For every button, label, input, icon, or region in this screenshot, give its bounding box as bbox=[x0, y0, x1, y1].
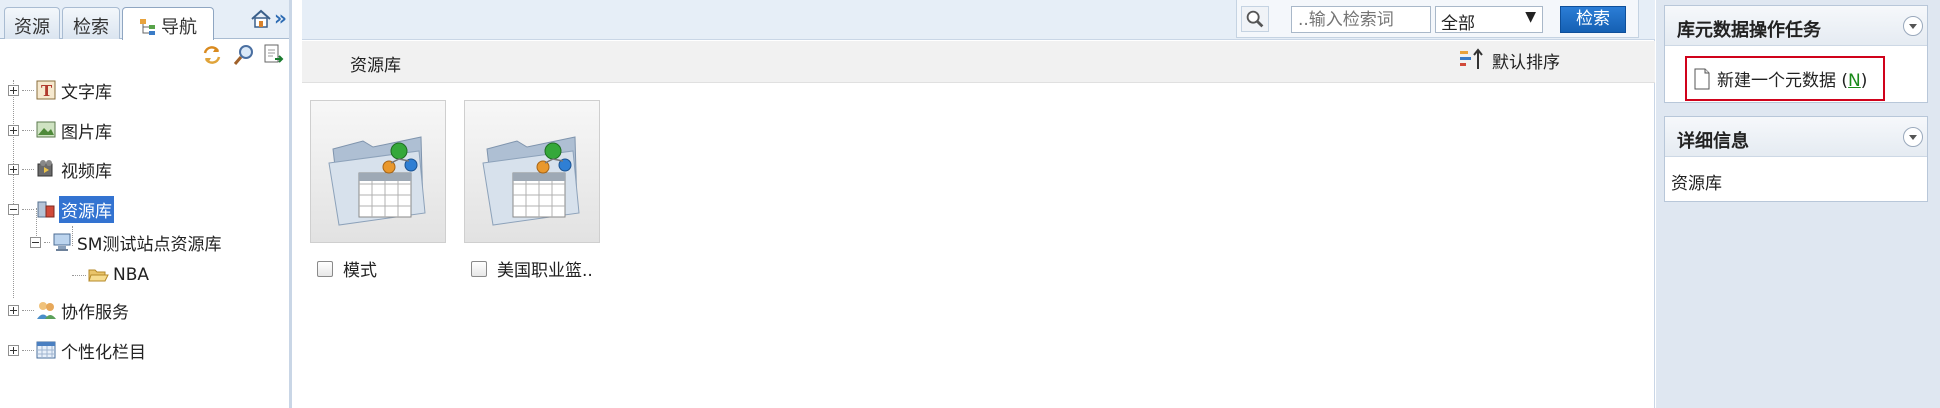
tree-item-custom-column[interactable]: 个性化栏目 bbox=[8, 336, 148, 364]
details-panel-header: 详细信息 bbox=[1665, 117, 1927, 157]
tree-item-text-library[interactable]: T 文字库 bbox=[8, 76, 114, 104]
expand-toggle-icon[interactable] bbox=[8, 304, 19, 316]
tree-nav-icon bbox=[140, 19, 155, 35]
breadcrumb-bar: 资源库 默认排序 bbox=[302, 41, 1655, 83]
resource-item[interactable]: 模式 bbox=[310, 100, 446, 281]
resource-library-icon bbox=[37, 201, 55, 218]
resource-thumbnail[interactable] bbox=[464, 100, 600, 243]
dropdown-arrow-icon: ▼ bbox=[1525, 9, 1536, 25]
left-panel: 资源 检索 导航 » T 文字库 图片库 视频库 资源库 SM测试站点资源库 N… bbox=[0, 0, 292, 408]
custom-column-icon bbox=[36, 341, 56, 359]
export-icon[interactable] bbox=[262, 43, 286, 67]
schema-folder-icon bbox=[328, 136, 426, 226]
tab-label: 导航 bbox=[161, 17, 197, 38]
tree-item-collaboration[interactable]: 协作服务 bbox=[8, 296, 131, 324]
more-tabs-icon[interactable]: » bbox=[274, 6, 287, 30]
tasks-panel: 库元数据操作任务 新建一个元数据 (N) bbox=[1664, 5, 1928, 103]
sort-icon bbox=[1460, 48, 1483, 69]
details-value: 资源库 bbox=[1671, 174, 1722, 194]
image-library-icon bbox=[36, 121, 56, 138]
search-scope-select[interactable]: 全部 ▼ bbox=[1435, 6, 1543, 34]
search-bar: 全部 ▼ 检索 bbox=[302, 0, 1655, 40]
search-icon[interactable] bbox=[1241, 6, 1269, 32]
tasks-panel-header: 库元数据操作任务 bbox=[1665, 6, 1927, 46]
new-metadata-label: 新建一个元数据 (N) bbox=[1717, 71, 1868, 91]
expand-toggle-icon[interactable] bbox=[8, 84, 19, 96]
resource-checkbox[interactable] bbox=[317, 260, 333, 277]
collapse-icon[interactable] bbox=[1903, 127, 1923, 147]
tree-item-label: 图片库 bbox=[61, 122, 112, 143]
schema-folder-icon bbox=[482, 136, 580, 226]
tab-resources[interactable]: 资源 bbox=[4, 7, 60, 39]
right-panel: 库元数据操作任务 新建一个元数据 (N) 详细信息 资源库 bbox=[1656, 0, 1940, 408]
svg-text:T: T bbox=[41, 82, 53, 100]
resource-checkbox[interactable] bbox=[471, 260, 487, 277]
collapse-toggle-icon[interactable] bbox=[8, 203, 19, 215]
expand-toggle-icon[interactable] bbox=[8, 163, 19, 175]
tree-item-resource-library[interactable]: 资源库 bbox=[8, 195, 114, 223]
details-panel: 详细信息 资源库 bbox=[1664, 116, 1928, 202]
tasks-panel-title: 库元数据操作任务 bbox=[1677, 20, 1821, 41]
tree-item-label: 文字库 bbox=[61, 82, 112, 103]
main-content: 全部 ▼ 检索 资源库 默认排序 bbox=[302, 0, 1655, 408]
tab-search[interactable]: 检索 bbox=[62, 7, 120, 39]
breadcrumb[interactable]: 资源库 bbox=[350, 51, 401, 76]
refresh-icon[interactable] bbox=[200, 43, 224, 67]
resource-label[interactable]: 美国职业篮.. bbox=[497, 256, 593, 281]
tab-label: 资源 bbox=[14, 17, 50, 38]
sort-label: 默认排序 bbox=[1492, 52, 1560, 73]
sort-control[interactable]: 默认排序 bbox=[1458, 47, 1560, 73]
resource-thumbnail[interactable] bbox=[310, 100, 446, 243]
resource-caption: 模式 bbox=[310, 256, 446, 281]
tree-item-label: NBA bbox=[113, 265, 150, 285]
tree-item-label: SM测试站点资源库 bbox=[77, 234, 222, 255]
resource-label[interactable]: 模式 bbox=[343, 256, 377, 281]
new-metadata-task[interactable]: 新建一个元数据 (N) bbox=[1685, 56, 1885, 101]
tree-item-label: 协作服务 bbox=[61, 302, 129, 323]
expand-toggle-icon[interactable] bbox=[8, 344, 19, 356]
video-library-icon bbox=[37, 160, 53, 177]
shortcut-key: N bbox=[1848, 71, 1861, 91]
tree-item-sm-test-site[interactable]: SM测试站点资源库 bbox=[30, 228, 223, 256]
find-icon[interactable] bbox=[232, 43, 256, 67]
tree-item-video-library[interactable]: 视频库 bbox=[8, 155, 114, 183]
tab-label: 检索 bbox=[73, 17, 109, 38]
collapse-toggle-icon[interactable] bbox=[30, 236, 41, 248]
home-icon[interactable] bbox=[250, 8, 272, 30]
tree-item-label: 视频库 bbox=[61, 161, 112, 182]
collaboration-icon bbox=[37, 302, 56, 319]
new-document-icon bbox=[1694, 68, 1710, 89]
search-scope-value: 全部 bbox=[1441, 14, 1475, 34]
left-tabstrip: 资源 检索 导航 » bbox=[0, 0, 289, 40]
collapse-icon[interactable] bbox=[1903, 16, 1923, 36]
folder-open-icon bbox=[88, 269, 109, 282]
site-computer-icon bbox=[53, 233, 71, 251]
search-input[interactable] bbox=[1291, 6, 1431, 33]
search-button[interactable]: 检索 bbox=[1560, 6, 1626, 33]
tree-item-nba[interactable]: NBA bbox=[72, 261, 151, 289]
resource-caption: 美国职业篮.. bbox=[464, 256, 600, 281]
text-library-icon: T bbox=[36, 80, 56, 100]
details-panel-title: 详细信息 bbox=[1677, 131, 1749, 152]
app-window: 资源 检索 导航 » T 文字库 图片库 视频库 资源库 SM测试站点资源库 N… bbox=[0, 0, 1940, 408]
tree-item-label: 个性化栏目 bbox=[61, 342, 146, 363]
tree-item-image-library[interactable]: 图片库 bbox=[8, 116, 114, 144]
tab-navigation[interactable]: 导航 bbox=[122, 7, 214, 40]
resource-item[interactable]: 美国职业篮.. bbox=[464, 100, 600, 281]
tree-item-label-selected: 资源库 bbox=[59, 195, 114, 223]
expand-toggle-icon[interactable] bbox=[8, 124, 19, 136]
